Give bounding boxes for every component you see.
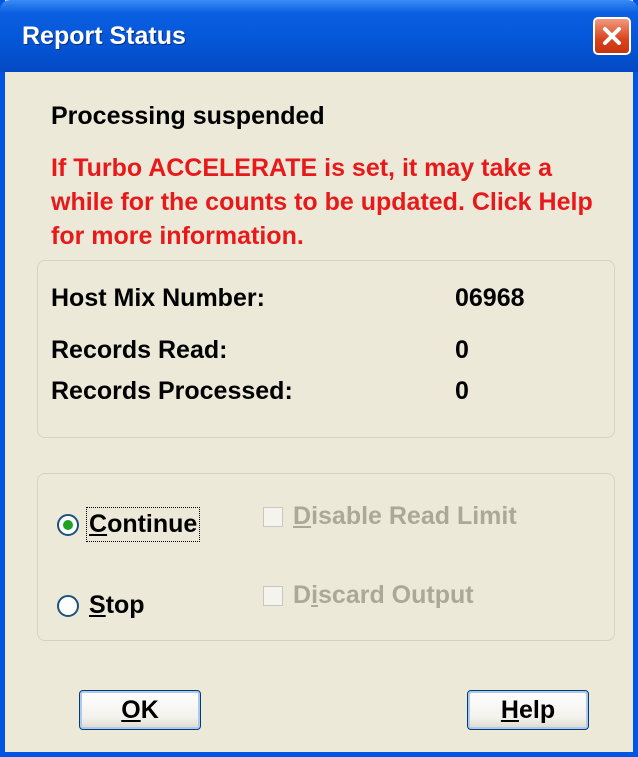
- discard-output-box[interactable]: [263, 585, 283, 606]
- radio-selected-dot: [63, 519, 73, 530]
- discard-output-checkbox[interactable]: Discard Output: [263, 581, 474, 610]
- close-icon: [603, 27, 621, 45]
- stop-label: Stop: [89, 591, 145, 619]
- title-bar[interactable]: Report Status: [0, 0, 638, 72]
- stop-radio-circle[interactable]: [57, 594, 79, 617]
- records-processed-value: 0: [455, 377, 469, 405]
- records-processed-label: Records Processed:: [51, 377, 293, 405]
- turbo-warning-text: If Turbo ACCELERATE is set, it may take …: [51, 154, 593, 250]
- host-mix-number-label: Host Mix Number:: [51, 284, 265, 312]
- host-mix-number-value: 06968: [455, 284, 525, 312]
- disable-read-limit-checkbox[interactable]: Disable Read Limit: [263, 502, 517, 531]
- dialog-body: Processing suspended If Turbo ACCELERATE…: [5, 72, 633, 752]
- close-button[interactable]: [593, 17, 631, 55]
- disable-read-limit-box[interactable]: [263, 506, 283, 527]
- continue-label: Continue: [85, 507, 201, 542]
- continue-radio[interactable]: Continue: [57, 507, 201, 542]
- records-read-label: Records Read:: [51, 336, 228, 364]
- window-title: Report Status: [22, 22, 186, 50]
- ok-button[interactable]: OK: [79, 690, 201, 730]
- help-button[interactable]: Help: [467, 690, 589, 730]
- report-status-dialog: Report Status Processing suspended If Tu…: [0, 0, 638, 757]
- status-message: Processing suspended: [51, 102, 325, 130]
- disable-read-limit-label: Disable Read Limit: [293, 502, 517, 530]
- records-read-value: 0: [455, 336, 469, 364]
- stop-radio[interactable]: Stop: [57, 589, 147, 622]
- continue-radio-circle[interactable]: [57, 513, 79, 536]
- discard-output-label: Discard Output: [293, 581, 474, 609]
